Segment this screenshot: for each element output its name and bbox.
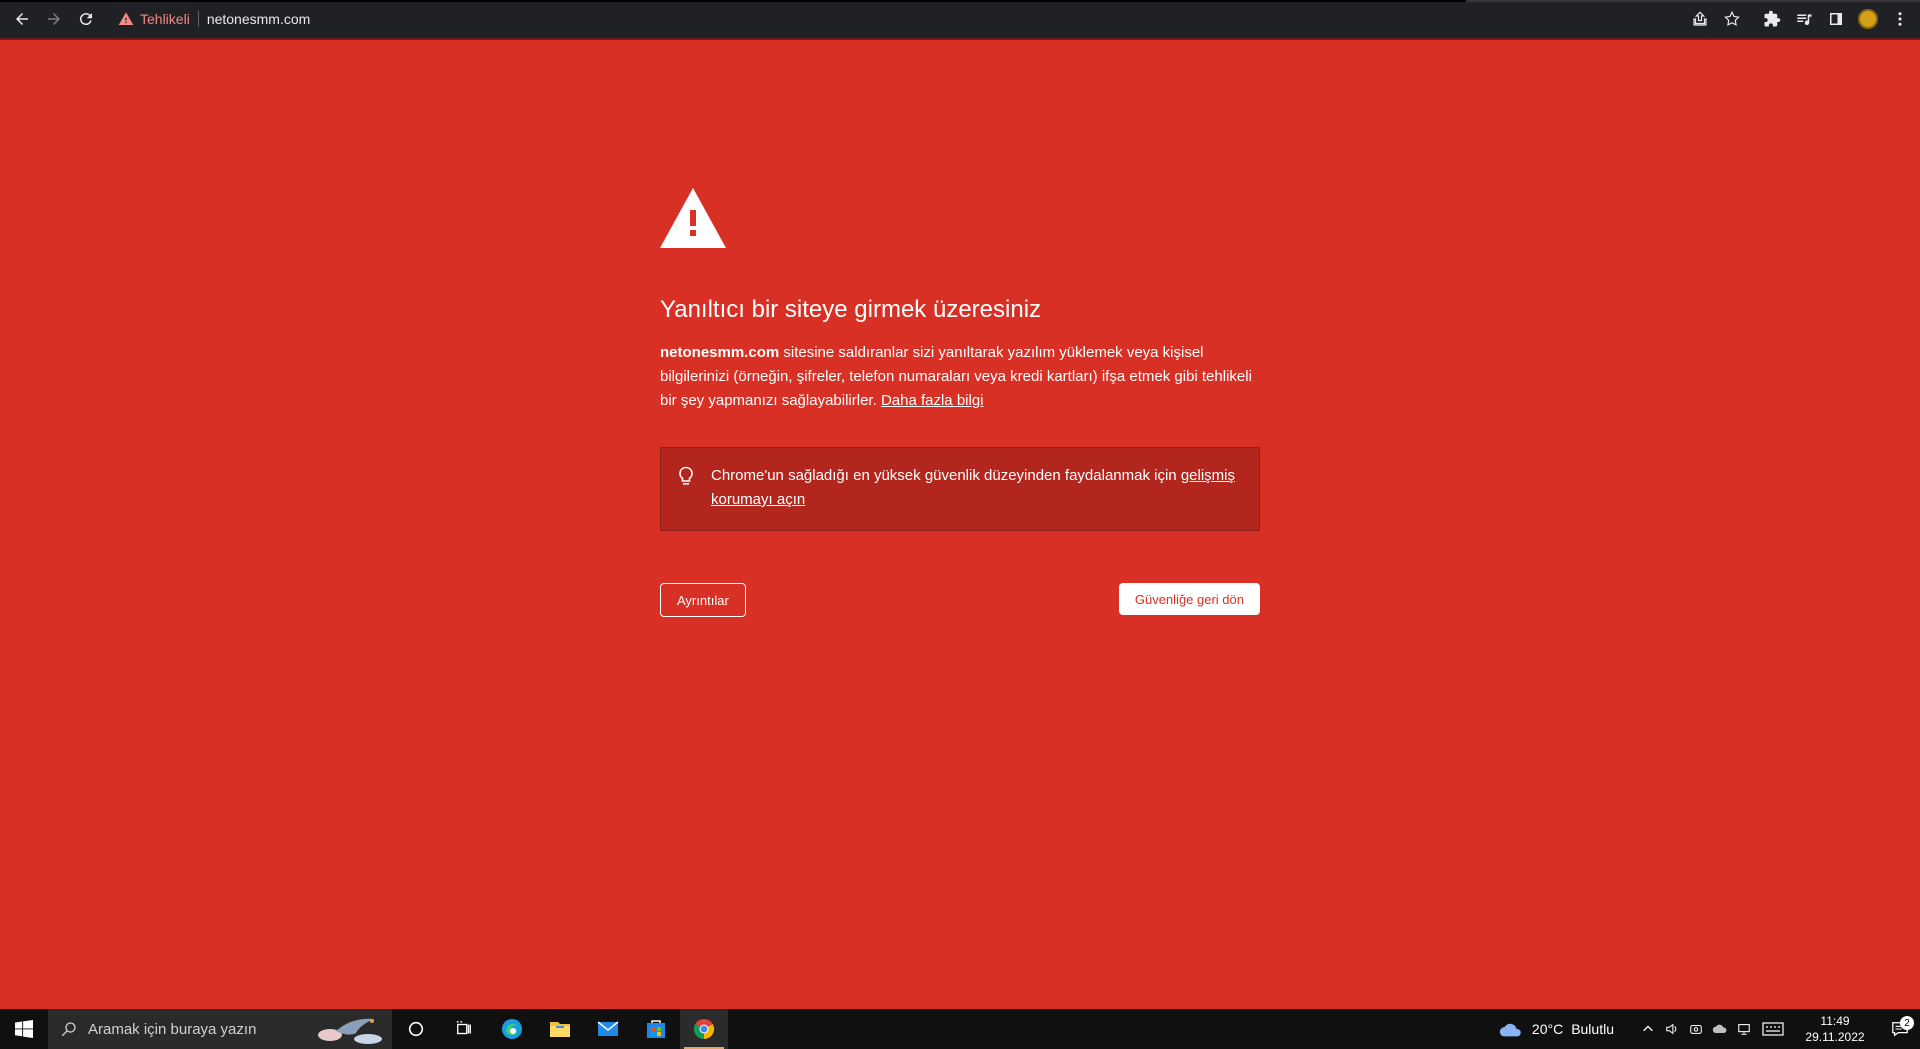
system-tray: 20°C Bulutlu 11:49 29.11.2022 2 (1498, 1009, 1920, 1049)
extensions-button[interactable] (1756, 3, 1788, 35)
toolbar-actions (1684, 3, 1920, 35)
playlist-music-icon (1797, 14, 1812, 26)
omnibox-separator (197, 11, 199, 27)
clock-date: 29.11.2022 (1805, 1030, 1865, 1044)
page-title: Yanıltıcı bir siteye girmek üzeresiniz (660, 296, 1042, 323)
browser-toolbar: Tehlikeli netonesmm.com (0, 0, 1920, 38)
warning-description: netonesmm.com sitesine saldıranlar sizi … (660, 341, 1260, 413)
clock[interactable]: 11:49 29.11.2022 (1800, 1013, 1870, 1045)
taskbar-file-explorer[interactable] (536, 1009, 584, 1049)
chevron-up-icon (1643, 1025, 1653, 1032)
action-buttons: Ayrıntılar Güvenliğe geri dön (660, 583, 1260, 617)
taskbar-chrome[interactable] (680, 1009, 728, 1049)
details-button[interactable]: Ayrıntılar (660, 583, 746, 617)
edge-icon (502, 1019, 522, 1039)
task-view-button[interactable] (440, 1009, 488, 1049)
onedrive-button[interactable] (1708, 1009, 1732, 1049)
speaker-icon (1666, 1023, 1677, 1035)
back-to-safety-button[interactable]: Güvenliğe geri dön (1118, 583, 1260, 615)
taskbar-edge[interactable] (488, 1009, 536, 1049)
forward-button[interactable] (38, 3, 70, 35)
reload-icon (79, 13, 92, 26)
arrow-right-icon (48, 13, 60, 25)
weather-temperature: 20°C (1531, 1021, 1564, 1037)
start-button[interactable] (0, 1009, 48, 1049)
notification-count: 2 (1900, 1016, 1914, 1030)
folder-icon (550, 1022, 570, 1037)
warning-triangle-icon (660, 188, 726, 248)
tab-strip-edge-right (1466, 0, 1920, 2)
search-placeholder: Aramak için buraya yazın (88, 1020, 257, 1038)
share-button[interactable] (1684, 3, 1716, 35)
network-icon (1738, 1024, 1750, 1035)
weather-widget[interactable]: 20°C Bulutlu (1498, 1019, 1614, 1039)
show-hidden-icons-button[interactable] (1636, 1009, 1660, 1049)
side-panel-icon (1830, 13, 1842, 25)
keyboard-layout-button[interactable] (1756, 1009, 1790, 1049)
learn-more-link[interactable]: Daha fazla bilgi (881, 392, 984, 409)
search-icon (61, 1022, 76, 1037)
share-icon (1693, 11, 1707, 26)
lightbulb-icon (679, 466, 693, 485)
profile-avatar (1858, 9, 1878, 29)
media-controls-button[interactable] (1788, 3, 1820, 35)
side-panel-button[interactable] (1820, 3, 1852, 35)
volume-button[interactable] (1660, 1009, 1684, 1049)
mail-icon (597, 1021, 619, 1036)
puzzle-icon (1764, 10, 1781, 27)
back-button[interactable] (6, 3, 38, 35)
security-status-label[interactable]: Tehlikeli (140, 11, 190, 27)
enhanced-protection-promo: Chrome'un sağladığı en yüksek güvenlik d… (660, 447, 1260, 531)
network-button[interactable] (1732, 1009, 1756, 1049)
search-highlight-bird-icon (318, 1018, 382, 1044)
address-bar[interactable]: Tehlikeli netonesmm.com (108, 5, 1720, 33)
windows-logo-icon (15, 1020, 33, 1038)
cortana-button[interactable] (392, 1009, 440, 1049)
taskbar-search[interactable]: Aramak için buraya yazın (48, 1009, 392, 1049)
chrome-icon (693, 1019, 715, 1040)
keyboard-icon (1762, 1022, 1784, 1036)
task-view-icon (456, 1021, 471, 1035)
cortana-circle-icon (408, 1021, 424, 1037)
camera-icon (1690, 1024, 1702, 1034)
store-icon (647, 1020, 665, 1038)
arrow-left-icon (16, 13, 28, 25)
star-icon (1724, 10, 1740, 27)
meet-now-button[interactable] (1684, 1009, 1708, 1049)
taskbar-store[interactable] (632, 1009, 680, 1049)
profile-button[interactable] (1852, 3, 1884, 35)
weather-description: Bulutlu (1571, 1021, 1614, 1037)
danger-warning-icon[interactable] (118, 11, 134, 27)
site-name: netonesmm.com (660, 344, 780, 361)
windows-taskbar: Aramak için buraya yazın 20°C Bulutlu 11… (0, 1009, 1920, 1049)
bookmark-button[interactable] (1716, 3, 1748, 35)
action-center-button[interactable]: 2 (1880, 1016, 1920, 1038)
url-text[interactable]: netonesmm.com (207, 11, 310, 27)
cloud-icon (1499, 1023, 1521, 1037)
toolbar-divider (0, 38, 1920, 40)
interstitial-content: Yanıltıcı bir siteye girmek üzeresiniz n… (660, 188, 1260, 617)
reload-button[interactable] (70, 3, 102, 35)
more-vert-icon (1898, 12, 1902, 26)
taskbar-mail[interactable] (584, 1009, 632, 1049)
menu-button[interactable] (1884, 3, 1916, 35)
promo-text: Chrome'un sağladığı en yüksek güvenlik d… (711, 467, 1181, 484)
cloud-sync-icon (1712, 1024, 1727, 1033)
clock-time: 11:49 (1820, 1014, 1850, 1028)
tab-strip-edge (0, 0, 1466, 2)
